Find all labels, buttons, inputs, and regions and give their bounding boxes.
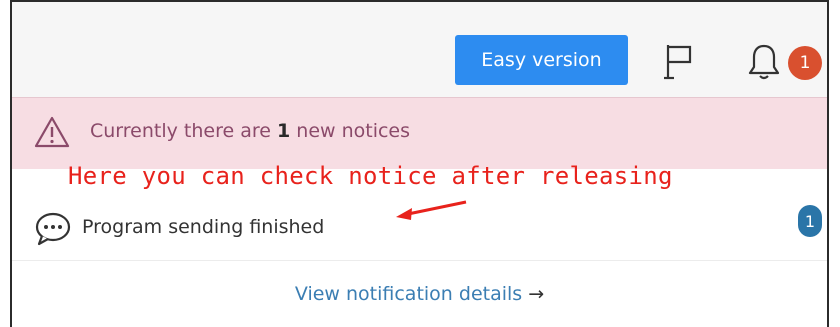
warning-icon [34,115,70,149]
new-notices-alert: Currently there are 1 new notices [12,98,827,169]
notice-title: Program sending finished [82,216,325,238]
flag-icon[interactable] [662,42,696,80]
notification-dropdown: Currently there are 1 new notices Here y… [12,97,827,327]
notice-badge: 1 [798,205,822,237]
bell-icon[interactable] [746,42,782,82]
notice-list-item[interactable]: Program sending finished 1 [12,198,827,261]
top-bar: Easy version 1 [12,2,827,97]
notification-panel-frame: Easy version 1 Currently there are 1 new… [10,0,829,327]
chat-bubble-icon [32,208,74,248]
arrow-right-icon: → [528,283,545,305]
bell-badge: 1 [788,46,822,80]
view-notification-details-link[interactable]: View notification details → [12,283,827,305]
new-notice-count: 1 [277,120,291,142]
easy-version-button[interactable]: Easy version [455,35,628,85]
alert-message: Currently there are 1 new notices [90,120,411,142]
annotation-text: Here you can check notice after releasin… [68,162,673,190]
